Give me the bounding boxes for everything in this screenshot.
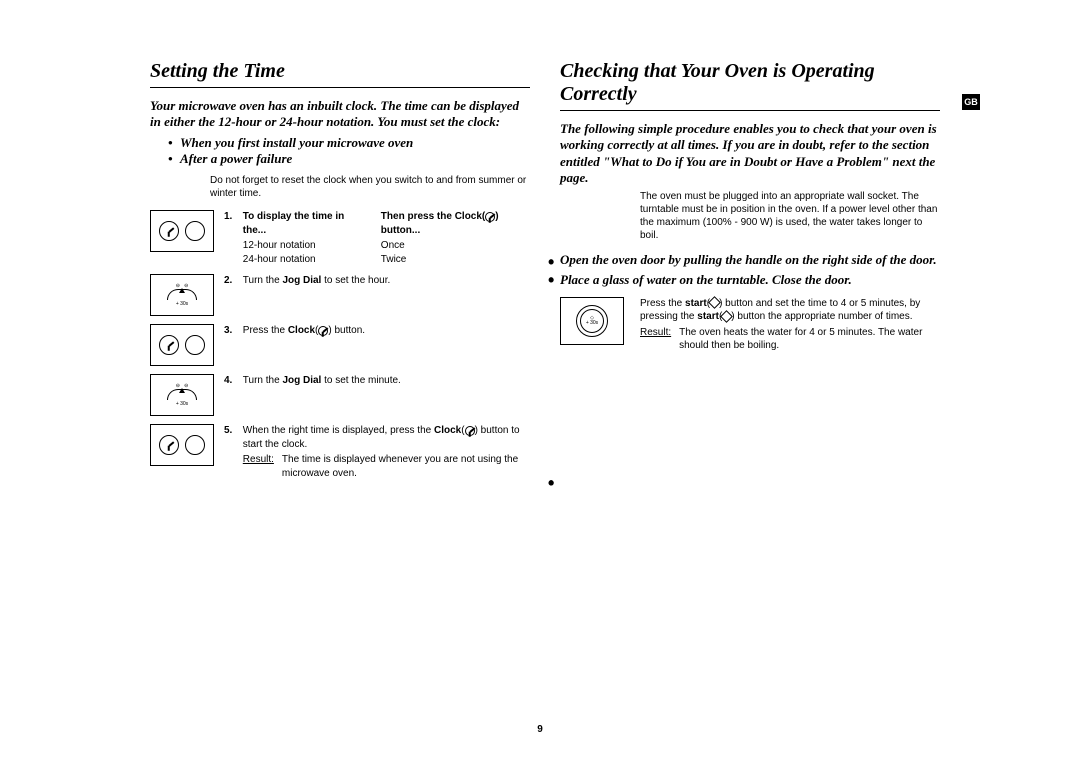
table-cell: Once [381, 239, 529, 253]
bullet-dot-icon: • [548, 473, 554, 494]
result-label: Result: [243, 453, 274, 480]
page-number: 9 [537, 724, 543, 735]
right-intro: The following simple procedure enables y… [560, 121, 940, 186]
dial-panel-icon: ⊖ ⊖ + 30s [150, 374, 214, 416]
left-note: Do not forget to reset the clock when yo… [210, 174, 530, 200]
right-note: The oven must be plugged into an appropr… [640, 190, 940, 242]
right-step: ◇+ 30s Press the start() button and set … [560, 297, 940, 353]
language-badge: GB [962, 94, 980, 110]
step-1: 1. To display the time in the... 12-hour… [150, 210, 530, 266]
bullet-item: When you first install your microwave ov… [168, 135, 530, 152]
left-intro: Your microwave oven has an inbuilt clock… [150, 98, 530, 131]
start-panel-icon: ◇+ 30s [560, 297, 624, 345]
result-text: The time is displayed whenever you are n… [282, 453, 529, 480]
result-text: The oven heats the water for 4 or 5 minu… [679, 326, 940, 353]
clock-icon [465, 426, 475, 436]
table-cell: Twice [381, 253, 529, 267]
dial-panel-icon: ⊖ ⊖ + 30s [150, 274, 214, 316]
start-button-icon: ◇+ 30s [576, 305, 608, 337]
clock-panel-icon [150, 424, 214, 466]
clock-icon [159, 335, 179, 355]
step-number: 4. [224, 374, 240, 388]
right-bullet: Open the oven door by pulling the handle… [560, 252, 940, 268]
step-4: ⊖ ⊖ + 30s 4. Turn the Jog Dial to set th… [150, 374, 530, 416]
clock-icon [159, 435, 179, 455]
left-bullets: When you first install your microwave ov… [168, 135, 530, 169]
step-3: 3. Press the Clock() button. [150, 324, 530, 366]
table-header: Then press the Clock() button... [381, 210, 529, 237]
dial-icon [185, 221, 205, 241]
jog-dial-icon [167, 389, 197, 400]
step-number: 2. [224, 274, 240, 288]
clock-panel-icon [150, 210, 214, 252]
step-number: 3. [224, 324, 240, 338]
step-number: 5. [224, 424, 240, 438]
dial-icon [185, 335, 205, 355]
bullet-dot-icon: • [548, 270, 554, 291]
right-bullet: Place a glass of water on the turntable.… [560, 272, 940, 288]
step-number: 1. [224, 210, 240, 224]
dial-icon [185, 435, 205, 455]
clock-icon [485, 212, 495, 222]
table-cell: 24-hour notation [243, 253, 361, 267]
clock-panel-icon [150, 324, 214, 366]
dial-label: + 30s [176, 401, 188, 407]
result-label: Result: [640, 326, 671, 353]
left-column: Setting the Time Your microwave oven has… [150, 60, 530, 488]
clock-icon [318, 326, 328, 336]
clock-icon [159, 221, 179, 241]
left-heading: Setting the Time [150, 60, 530, 88]
right-heading: Checking that Your Oven is Operating Cor… [560, 60, 940, 111]
bullet-item: After a power failure [168, 151, 530, 168]
right-column: GB Checking that Your Oven is Operating … [560, 60, 940, 488]
jog-dial-icon [167, 289, 197, 300]
step-2: ⊖ ⊖ + 30s 2. Turn the Jog Dial to set th… [150, 274, 530, 316]
table-header: To display the time in the... [243, 210, 361, 237]
step-5: 5. When the right time is displayed, pre… [150, 424, 530, 480]
dial-label: + 30s [176, 301, 188, 307]
table-cell: 12-hour notation [243, 239, 361, 253]
